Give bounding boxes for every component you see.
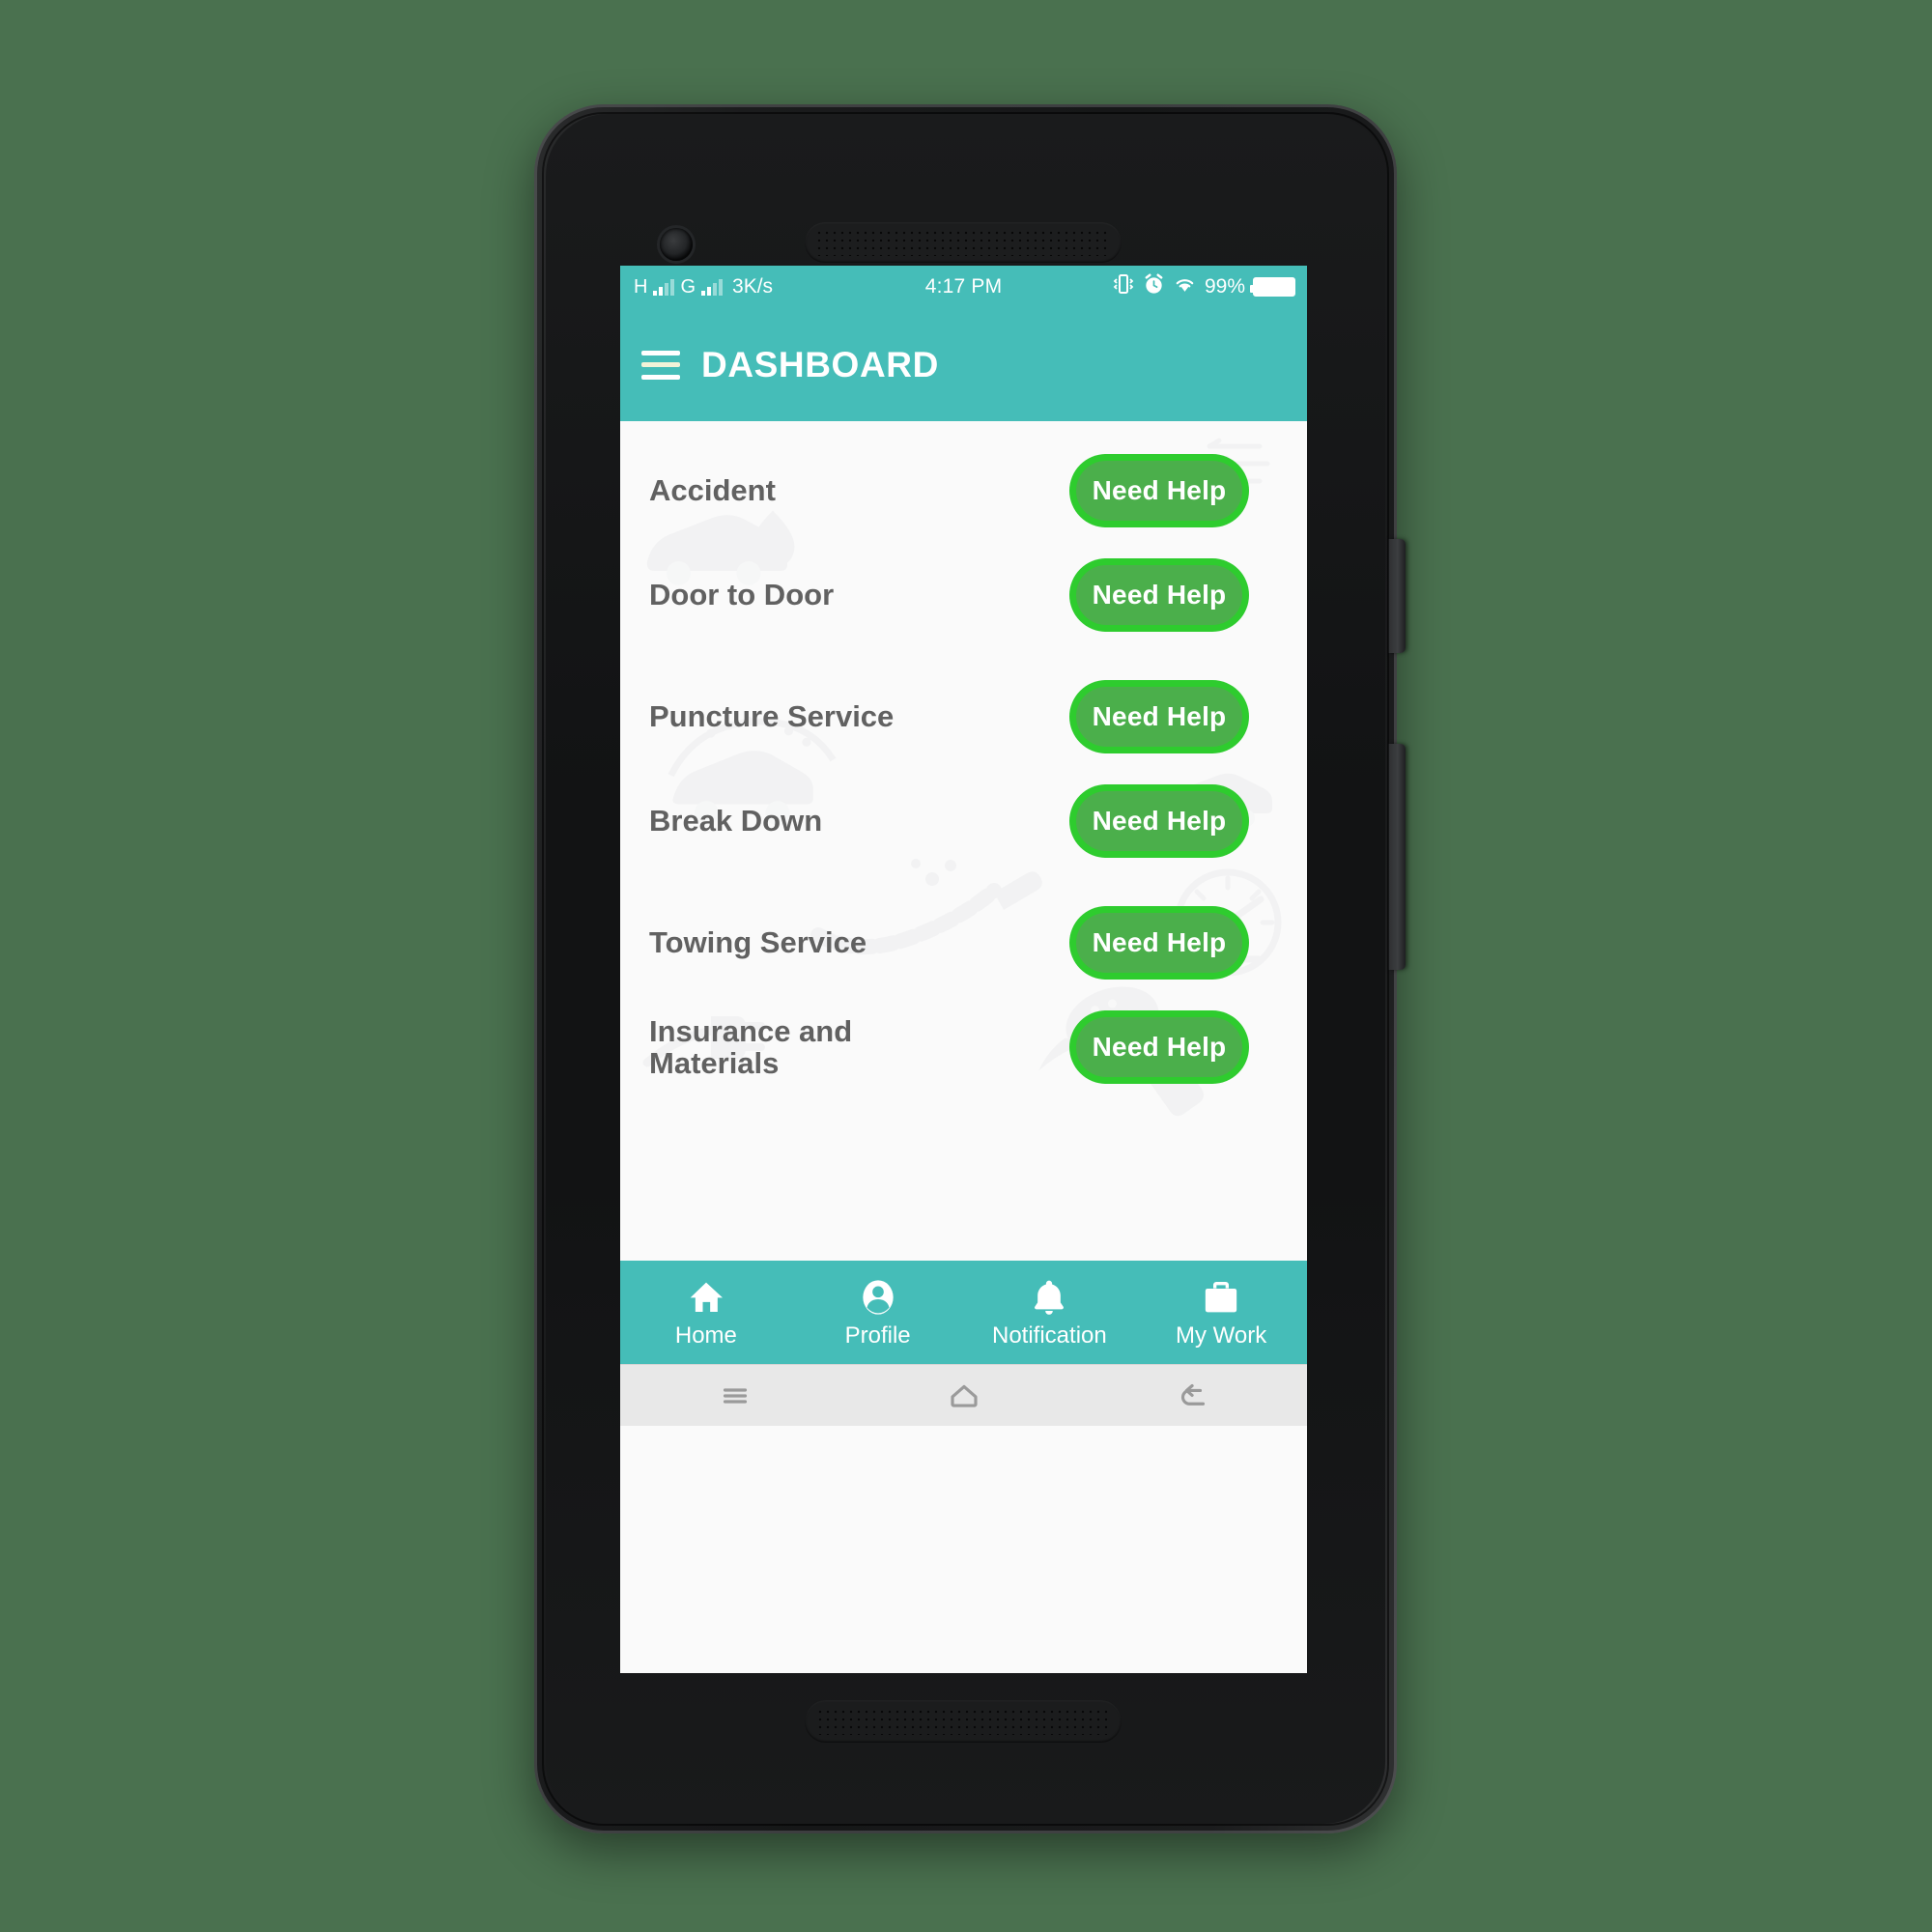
vibrate-icon [1112,273,1135,300]
nav-item-notification[interactable]: Notification [964,1278,1136,1348]
status-bar: H G 3K/s 4:17 PM 99% [620,266,1307,308]
dashboard-content: Accident Need Help Door to Door Need Help Pu… [620,421,1307,1261]
phone-screen: H G 3K/s 4:17 PM 99% DASHBOARD Accident … [620,266,1307,1673]
service-label: Door to Door [649,578,835,612]
recents-icon[interactable] [620,1378,849,1413]
battery-percent-label: 99% [1204,275,1245,298]
briefcase-icon [1202,1278,1240,1317]
service-label: Puncture Service [649,699,895,734]
home-outline-icon[interactable] [849,1378,1078,1413]
need-help-button[interactable]: Need Help [1069,784,1249,858]
service-label: Insurance and Materials [649,1013,853,1080]
status-bar-right: 99% [1112,266,1295,308]
need-help-button[interactable]: Need Help [1069,1010,1249,1084]
battery-icon [1250,277,1295,297]
need-help-button-label: Need Help [1076,687,1242,747]
nav-item-my-work[interactable]: My Work [1135,1278,1307,1348]
alarm-clock-icon [1143,272,1165,301]
nav-item-profile[interactable]: Profile [792,1278,964,1348]
hamburger-menu-icon[interactable] [641,350,680,380]
service-row: Break Down Need Help [620,769,1307,873]
nav-label-profile: Profile [844,1321,911,1349]
page-title: DASHBOARD [701,344,939,384]
service-list: Accident Need Help Door to Door Need Help Pu… [620,421,1307,1099]
nav-label-home: Home [674,1321,737,1349]
app-bar: DASHBOARD [620,308,1307,421]
service-row: Towing Service Need Help [620,891,1307,995]
nav-label-notification: Notification [992,1321,1107,1349]
bell-icon [1030,1278,1068,1317]
nav-label-my-work: My Work [1176,1321,1267,1349]
need-help-button-label: Need Help [1076,913,1242,973]
service-row: Insurance and Materials Need Help [620,995,1307,1099]
volume-rocker-button[interactable] [1388,744,1406,970]
android-system-nav [620,1364,1307,1426]
front-camera-icon [660,228,693,261]
home-icon [687,1278,725,1317]
bottom-speaker-grille [805,1700,1122,1743]
service-label: Accident [649,473,776,508]
service-row: Puncture Service Need Help [620,665,1307,769]
need-help-button-label: Need Help [1076,565,1242,625]
service-row: Door to Door Need Help [620,543,1307,647]
back-icon[interactable] [1078,1378,1307,1413]
nav-item-home[interactable]: Home [620,1278,792,1348]
need-help-button[interactable]: Need Help [1069,906,1249,980]
need-help-button-label: Need Help [1076,791,1242,851]
need-help-button[interactable]: Need Help [1069,680,1249,753]
need-help-button-label: Need Help [1076,1017,1242,1077]
need-help-button[interactable]: Need Help [1069,558,1249,632]
earpiece-speaker-grille [805,222,1122,263]
wifi-icon [1173,274,1197,299]
service-label: Towing Service [649,925,867,960]
bottom-navigation-bar: Home Profile Notification My Work [620,1261,1307,1364]
need-help-button[interactable]: Need Help [1069,454,1249,527]
service-row: Accident Need Help [620,439,1307,543]
need-help-button-label: Need Help [1076,461,1242,521]
power-button[interactable] [1388,539,1406,653]
service-label: Break Down [649,804,823,838]
person-icon [859,1278,897,1317]
